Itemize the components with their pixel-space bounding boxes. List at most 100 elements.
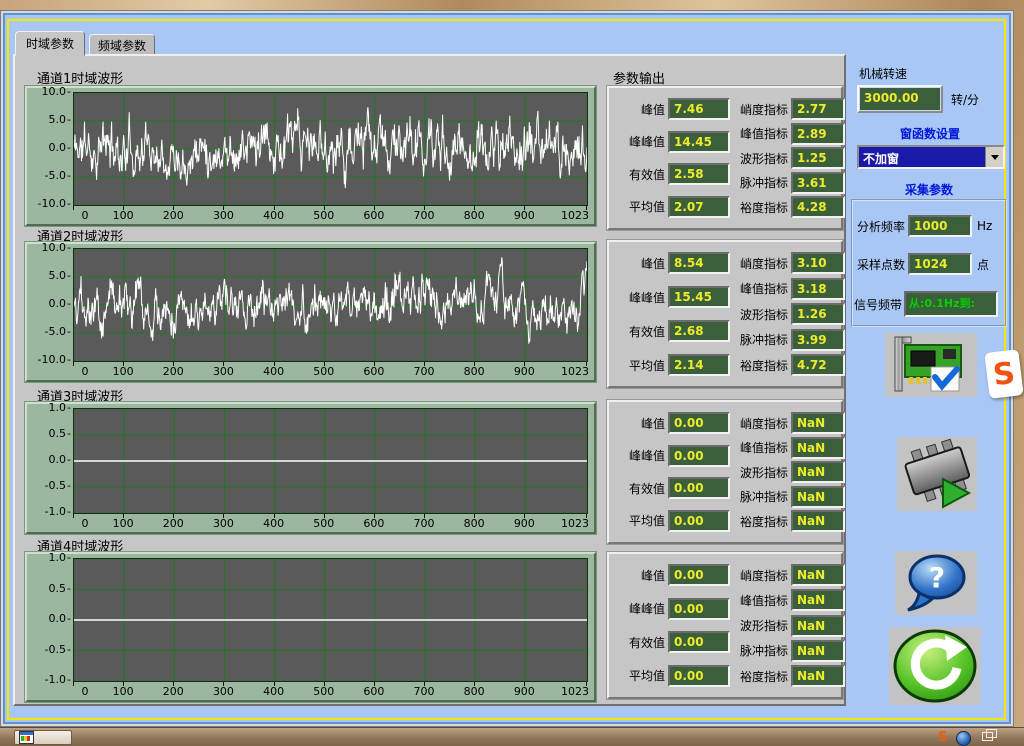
param-label: 峰值指标 [730,280,788,297]
param-label: 平均值 [615,357,665,374]
param-label: 峰峰值 [615,289,665,306]
param-value-kurtosis: NaN [791,564,845,586]
app-taskbar-button[interactable] [14,730,72,745]
x-axis-ticks: 01002003004005006007008009001023 [73,206,588,224]
band-display: 从:0.1Hz到: [904,291,998,317]
plot-area [73,558,588,682]
points-input[interactable]: 1024 [908,253,972,275]
tab-time-domain[interactable]: 时域参数 [15,31,85,56]
y-axis-ticks: 10.05.00.0-5.0-10.0 [29,248,73,362]
param-value-peakpeak: 15.45 [668,286,730,308]
param-label: 有效值 [615,166,665,183]
tray-ime-icon[interactable]: S [938,730,947,745]
param-label: 峰峰值 [615,600,665,617]
param-value-clearance: NaN [791,665,845,687]
freq-unit: Hz [977,219,992,233]
param-label: 峭度指标 [730,101,788,118]
param-label: 峭度指标 [730,255,788,272]
param-value-rms: 2.58 [668,163,730,185]
tray-ball-icon[interactable] [956,731,971,746]
param-label: 峰值指标 [730,439,788,456]
window-fn-dropdown[interactable]: 不加窗 [857,145,1005,169]
param-label: 平均值 [615,198,665,215]
param-label: 脉冲指标 [730,642,788,659]
param-label: 有效值 [615,480,665,497]
acquisition-group: 分析频率 1000 Hz 采样点数 1024 点 信号频带 从:0.1Hz到: [851,199,1007,327]
param-group-ch2: 峰值8.54 峰峰值15.45 有效值2.68 平均值2.14 峭度指标3.10… [607,240,843,388]
param-value-kurtosis: 2.77 [791,98,845,120]
freq-label: 分析频率 [857,218,905,235]
freq-input[interactable]: 1000 [908,215,972,237]
param-value-kurtosis: NaN [791,412,845,434]
refresh-graphic [889,627,981,705]
param-value-rms: 0.00 [668,631,730,653]
waveform-chart-ch1: 10.05.00.0-5.0-10.0 01002003004005006007… [25,86,596,226]
x-axis-ticks: 01002003004005006007008009001023 [73,514,588,532]
points-label: 采样点数 [857,256,905,273]
param-group-ch4: 峰值0.00 峰峰值0.00 有效值0.00 平均值0.00 峭度指标NaN 峰… [607,552,843,699]
param-value-impulse: 3.61 [791,172,845,194]
show-desktop-button[interactable] [982,732,993,741]
tab-page: 通道1时域波形 10.05.00.0-5.0-10.0 010020030040… [13,54,846,706]
param-label: 峰值 [615,567,665,584]
points-unit: 点 [977,256,989,273]
param-value-crest: 3.18 [791,278,845,300]
ime-indicator[interactable]: S [984,349,1023,399]
param-label: 波形指标 [730,150,788,167]
tab-freq-domain[interactable]: 频域参数 [89,34,155,56]
param-value-peak: 0.00 [668,564,730,586]
param-value-impulse: NaN [791,640,845,662]
app-window: 时域参数 频域参数 通道1时域波形 10.05.00.0-5.0-10.0 01… [0,10,1014,727]
param-value-kurtosis: 3.10 [791,252,845,274]
param-value-crest: NaN [791,589,845,611]
param-value-shape: NaN [791,461,845,483]
param-value-clearance: NaN [791,510,845,532]
band-label: 信号频带 [854,296,902,313]
help-icon[interactable]: ? [895,551,977,615]
chip-graphic [897,437,977,511]
speed-display-frame: 3000.00 [857,85,943,113]
param-value-impulse: 3.99 [791,329,845,351]
speed-input[interactable]: 3000.00 [860,88,940,110]
window-fn-label: 窗函数设置 [857,125,1003,142]
plot-area [73,92,588,206]
svg-text:?: ? [929,561,945,594]
param-label: 脉冲指标 [730,488,788,505]
param-label: 峰值 [615,101,665,118]
param-value-peak: 0.00 [668,412,730,434]
param-value-peakpeak: 14.45 [668,131,730,153]
param-label: 裕度指标 [730,668,788,685]
param-value-peakpeak: 0.00 [668,445,730,467]
param-value-shape: NaN [791,615,845,637]
y-axis-ticks: 1.00.50.0-0.5-1.0 [29,558,73,682]
param-value-shape: 1.25 [791,147,845,169]
param-label: 波形指标 [730,617,788,634]
taskbar[interactable]: S [0,727,1024,746]
refresh-icon[interactable] [889,627,981,705]
param-label: 脉冲指标 [730,331,788,348]
param-label: 峰峰值 [615,133,665,150]
y-axis-ticks: 10.05.00.0-5.0-10.0 [29,92,73,206]
pci-card-graphic [885,333,977,397]
speed-unit: 转/分 [951,91,979,108]
param-value-peakpeak: 0.00 [668,598,730,620]
device-check-icon[interactable] [885,333,977,397]
param-group-ch1: 峰值7.46 峰峰值14.45 有效值2.58 平均值2.07 峭度指标2.77… [607,86,843,230]
param-label: 裕度指标 [730,513,788,530]
dropdown-button[interactable] [985,147,1003,167]
param-value-impulse: NaN [791,486,845,508]
acquisition-label: 采集参数 [851,181,1007,198]
param-value-mean: 2.07 [668,196,730,218]
param-label: 裕度指标 [730,357,788,374]
window-fn-selected: 不加窗 [859,147,985,167]
param-label: 峰值指标 [730,592,788,609]
param-value-mean: 0.00 [668,510,730,532]
app-window-icon [19,731,34,744]
waveform-chart-ch3: 1.00.50.0-0.5-1.0 0100200300400500600700… [25,402,596,534]
param-label: 平均值 [615,512,665,529]
plot-area [73,408,588,514]
param-value-rms: 2.68 [668,320,730,342]
chip-run-icon[interactable] [897,437,977,511]
param-label: 波形指标 [730,464,788,481]
param-label: 峰峰值 [615,447,665,464]
